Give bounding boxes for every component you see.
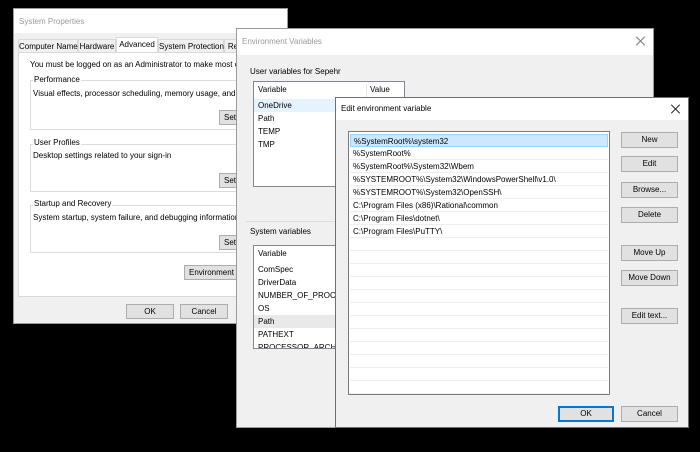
- empty-row[interactable]: [350, 251, 608, 264]
- performance-title: Performance: [33, 75, 81, 84]
- tab-system-protection[interactable]: System Protection: [158, 39, 224, 53]
- window-title: Environment Variables: [242, 37, 322, 46]
- variable-column-header[interactable]: Variable: [254, 84, 367, 97]
- empty-row[interactable]: [350, 355, 608, 368]
- ok-button[interactable]: OK: [126, 304, 174, 319]
- window-title: System Properties: [19, 17, 85, 26]
- empty-row[interactable]: [350, 290, 608, 303]
- empty-row[interactable]: [350, 329, 608, 342]
- empty-row[interactable]: [350, 368, 608, 381]
- list-item[interactable]: %SYSTEMROOT%\System32\WindowsPowerShell\…: [350, 173, 608, 186]
- empty-row[interactable]: [350, 381, 608, 394]
- list-item[interactable]: %SystemRoot%: [350, 147, 608, 160]
- empty-row[interactable]: [350, 264, 608, 277]
- move-up-button[interactable]: Move Up: [621, 245, 678, 261]
- list-item[interactable]: %SystemRoot%\System32\Wbem: [350, 160, 608, 173]
- move-down-button[interactable]: Move Down: [621, 270, 678, 286]
- close-icon[interactable]: [635, 35, 647, 47]
- cancel-button[interactable]: Cancel: [621, 406, 678, 422]
- user-profiles-title: User Profiles: [33, 138, 81, 147]
- edit-button[interactable]: Edit: [621, 156, 678, 172]
- empty-row[interactable]: [350, 316, 608, 329]
- close-icon[interactable]: [670, 103, 682, 115]
- list-item[interactable]: %SYSTEMROOT%\System32\OpenSSH\: [350, 186, 608, 199]
- window-title: Edit environment variable: [341, 104, 432, 113]
- startup-recovery-title: Startup and Recovery: [33, 199, 113, 208]
- user-variables-label: User variables for Sepehr: [250, 67, 341, 76]
- tab-advanced[interactable]: Advanced: [116, 37, 158, 53]
- list-item[interactable]: C:\Program Files\PuTTY\: [350, 225, 608, 238]
- startup-recovery-desc: System startup, system failure, and debu…: [33, 213, 240, 222]
- tab-computer-name[interactable]: Computer Name: [18, 39, 78, 53]
- new-button[interactable]: New: [621, 132, 678, 148]
- browse-button[interactable]: Browse...: [621, 182, 678, 198]
- ok-button[interactable]: OK: [558, 406, 614, 422]
- empty-row[interactable]: [350, 238, 608, 251]
- list-item[interactable]: C:\Program Files (x86)\Rational\common: [350, 199, 608, 212]
- empty-row[interactable]: [350, 342, 608, 355]
- delete-button[interactable]: Delete: [621, 207, 678, 223]
- value-column-header[interactable]: Value: [366, 84, 404, 97]
- title-bar[interactable]: Environment Variables: [237, 29, 653, 55]
- system-variables-label: System variables: [250, 227, 311, 236]
- empty-row[interactable]: [350, 303, 608, 316]
- title-bar[interactable]: Edit environment variable: [336, 98, 688, 120]
- list-item[interactable]: C:\Program Files\dotnet\: [350, 212, 608, 225]
- edit-text-button[interactable]: Edit text...: [621, 308, 678, 324]
- edit-environment-variable-window: Edit environment variable %SystemRoot%\s…: [335, 97, 689, 428]
- tab-hardware[interactable]: Hardware: [78, 39, 116, 53]
- cancel-button[interactable]: Cancel: [180, 304, 228, 319]
- divider: [246, 221, 336, 222]
- empty-row[interactable]: [350, 277, 608, 290]
- path-list[interactable]: %SystemRoot%\system32 %SystemRoot% %Syst…: [348, 131, 610, 395]
- user-profiles-desc: Desktop settings related to your sign-in: [33, 151, 172, 160]
- list-item[interactable]: %SystemRoot%\system32: [350, 134, 608, 147]
